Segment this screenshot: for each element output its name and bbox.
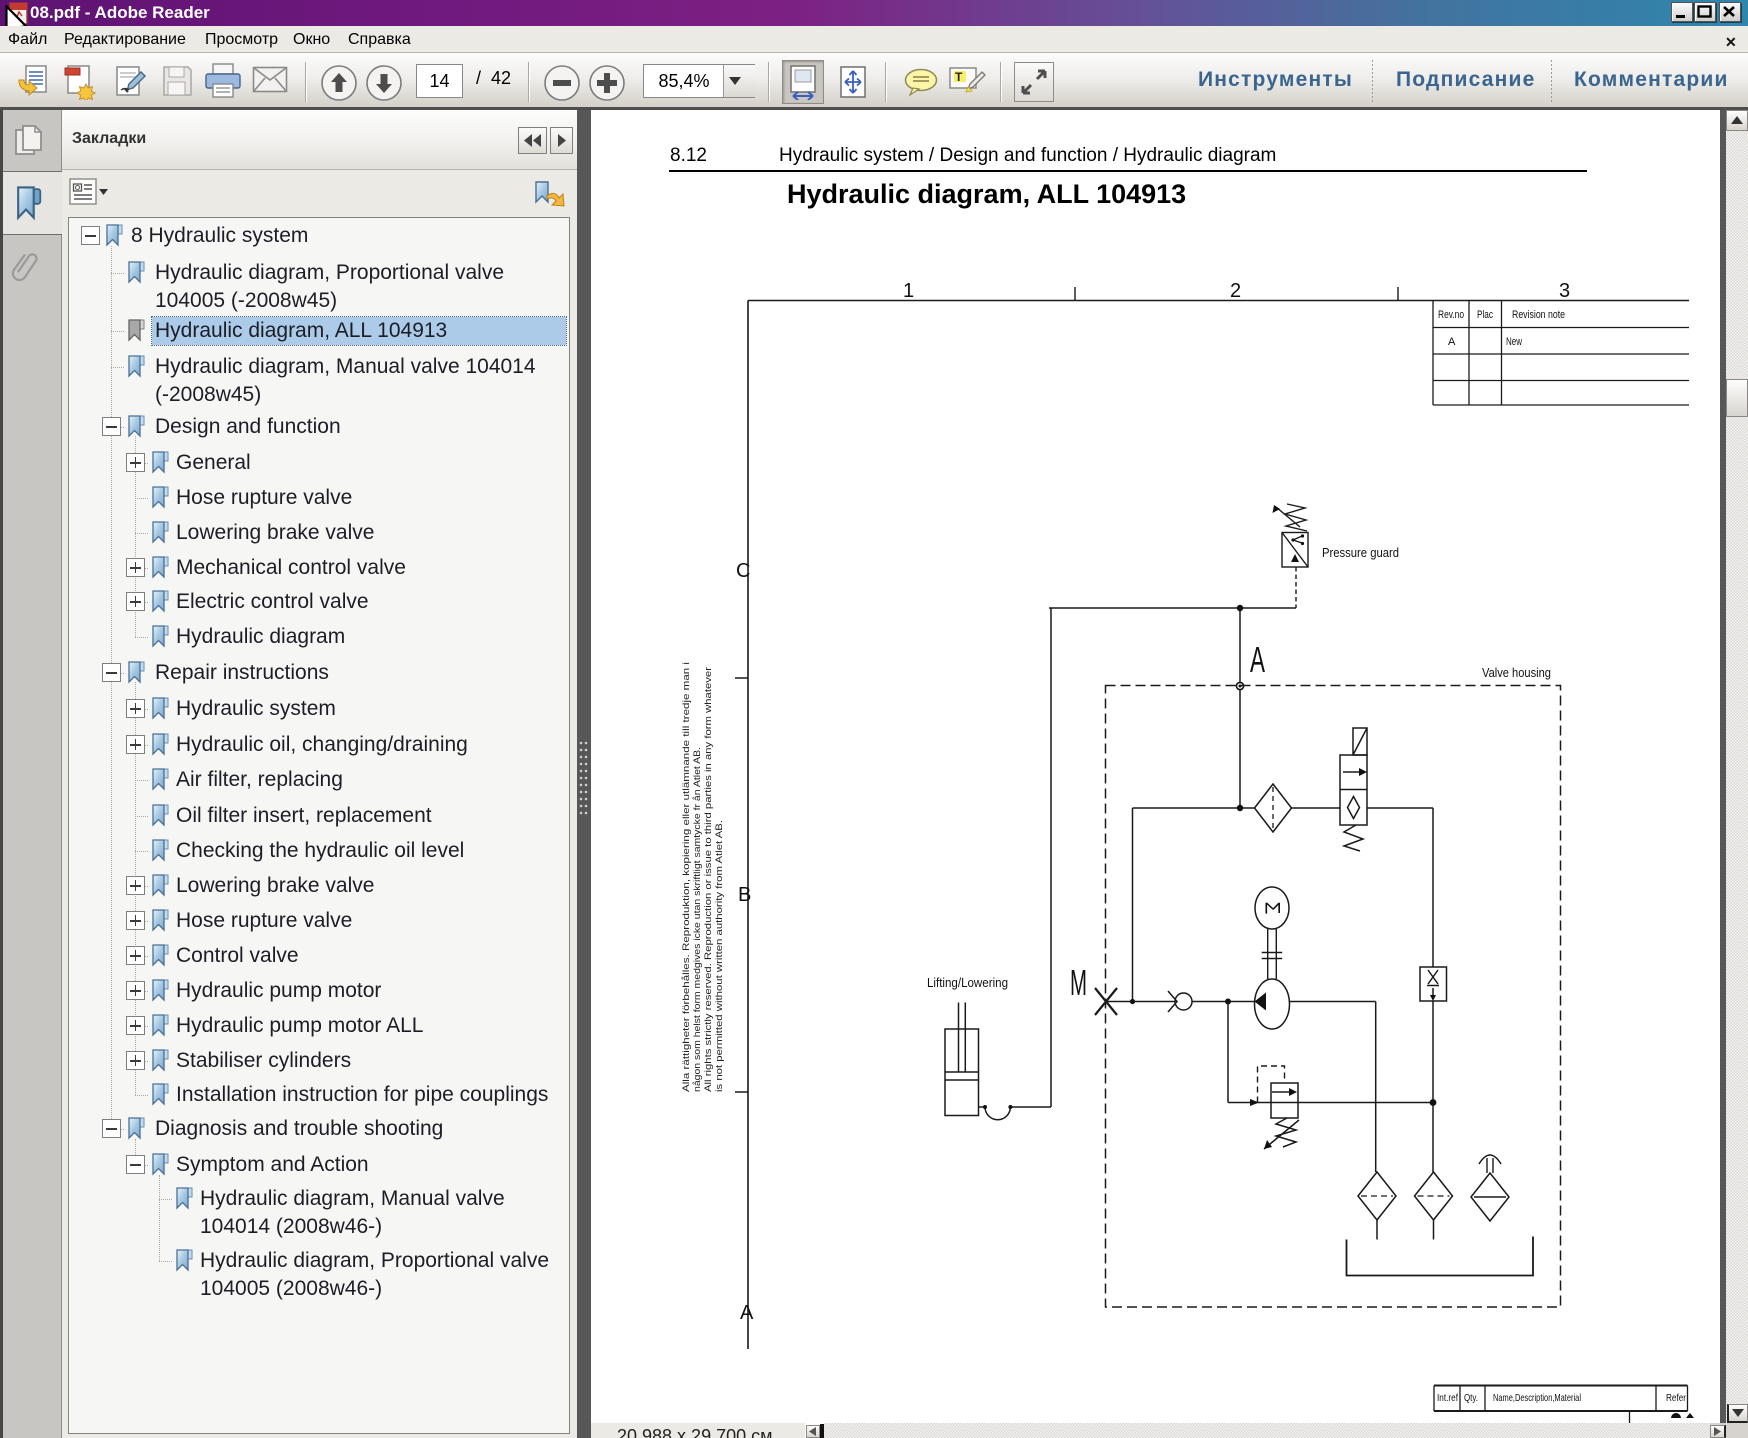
svg-text:Revision note: Revision note (1512, 309, 1565, 321)
svg-text:2: 2 (1230, 280, 1241, 302)
svg-text:Plac: Plac (1477, 309, 1493, 321)
svg-text:A: A (1448, 336, 1456, 348)
svg-text:Qty.: Qty. (1464, 1392, 1478, 1404)
svg-text:någon som helst form medgives: någon som helst form medgives icke utan … (692, 747, 703, 1092)
svg-text:A: A (1250, 639, 1265, 680)
svg-text:Alla rättigheter förbehålles.: Alla rättigheter förbehålles. Reprodukti… (681, 662, 692, 1092)
svg-text:All rights strictly reserved.: All rights strictly reserved. Reproducti… (703, 667, 714, 1092)
svg-text:New: New (1506, 336, 1522, 348)
svg-text:3: 3 (1559, 280, 1570, 302)
svg-text:Int.ref: Int.ref (1437, 1392, 1458, 1404)
svg-text:C: C (736, 560, 750, 582)
svg-text:M: M (1070, 962, 1087, 1003)
svg-text:Lifting/Lowering: Lifting/Lowering (927, 975, 1008, 990)
svg-text:Name,Description,Material: Name,Description,Material (1493, 1392, 1581, 1404)
svg-text:Refer: Refer (1666, 1392, 1686, 1404)
svg-text:A: A (740, 1302, 754, 1324)
svg-text:Σ: Σ (1261, 902, 1284, 915)
svg-text:T: T (955, 70, 963, 84)
svg-text:Rev.no: Rev.no (1438, 309, 1464, 321)
svg-text:is not permitted without writt: is not permitted without written authori… (714, 820, 725, 1092)
svg-text:Valve housing: Valve housing (1482, 665, 1551, 680)
svg-text:Pressure guard: Pressure guard (1322, 545, 1399, 560)
svg-text:1: 1 (903, 280, 914, 302)
svg-text:B: B (738, 884, 751, 906)
